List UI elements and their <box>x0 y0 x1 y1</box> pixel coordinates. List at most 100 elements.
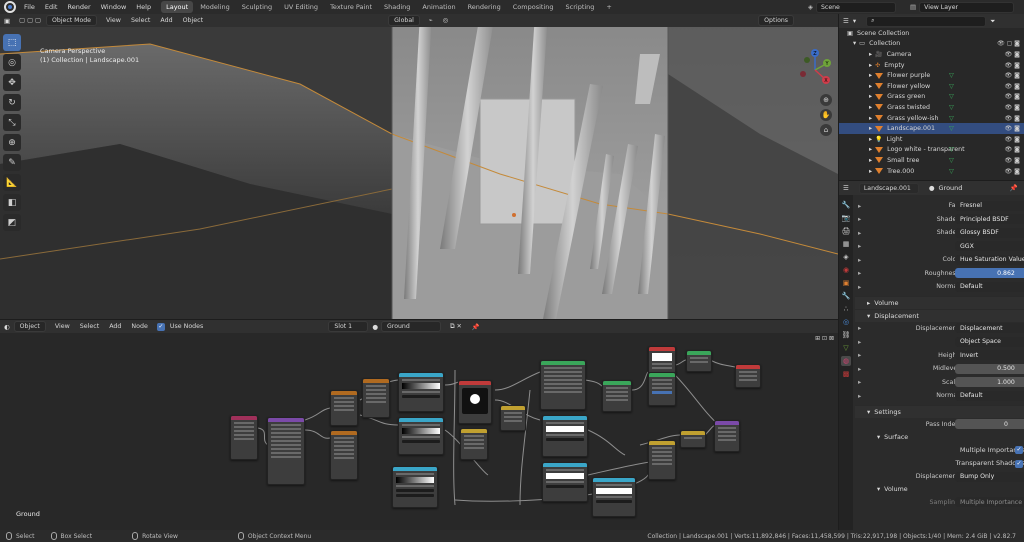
view-layer-field[interactable]: View Layer <box>919 1 1015 13</box>
mesh-data-icon[interactable]: ▽ <box>949 168 954 175</box>
expand-arrow-icon[interactable]: ▸ <box>869 157 872 164</box>
node-glossy-bsdf[interactable] <box>648 372 676 406</box>
orientation-dropdown[interactable]: Global <box>388 15 420 26</box>
camera-view-icon[interactable]: ⌂ <box>820 124 832 136</box>
socket-arrow-icon[interactable]: ▸ <box>858 256 861 264</box>
properties-editor[interactable]: ☰ Landscape.001 ● Ground 📌 🔧 📷 🖨 ▦ ◈ ◉ ▣… <box>839 181 1024 530</box>
socket-arrow-icon[interactable]: ▸ <box>858 338 861 346</box>
collection-row[interactable]: ▾ ▭ Collection 👁 ▢ ◙ <box>839 39 1024 50</box>
shader-editor[interactable]: ◐ Object View Select Add Node ✓ Use Node… <box>0 320 838 530</box>
outliner-display-icon[interactable]: ▾ <box>853 17 856 25</box>
socket-arrow-icon[interactable]: ▸ <box>858 365 861 373</box>
expand-arrow-icon[interactable]: ▾ <box>853 40 856 47</box>
mesh-data-icon[interactable]: ▽ <box>949 157 954 164</box>
pin-icon[interactable]: 📌 <box>467 322 485 332</box>
node-color-ramp-d[interactable] <box>542 415 588 457</box>
pan-hand-icon[interactable]: ✋ <box>820 109 832 121</box>
node-mix-b[interactable] <box>500 405 526 431</box>
property-value-field[interactable]: Fresnel <box>955 200 1024 211</box>
tab-modeling[interactable]: Modeling <box>195 1 235 13</box>
socket-arrow-icon[interactable]: ▸ <box>858 215 861 223</box>
scene-tab-icon[interactable]: ◈ <box>841 252 851 262</box>
expand-arrow-icon[interactable]: ▸ <box>869 168 872 175</box>
node-displacement[interactable] <box>714 420 740 452</box>
mesh-data-icon[interactable]: ▽ <box>949 93 954 100</box>
sampling-dropdown[interactable]: Multiple Importance <box>955 497 1024 508</box>
pass-index-field[interactable]: 0 <box>955 419 1024 430</box>
node-texture-coordinate[interactable] <box>267 417 305 485</box>
viewport-menu-add[interactable]: Add <box>155 16 177 25</box>
mesh-data-icon[interactable]: ▽ <box>949 104 954 111</box>
node-material-output[interactable] <box>735 364 761 388</box>
viewport-menu-object[interactable]: Object <box>178 16 209 25</box>
properties-editor-icon[interactable]: ☰ <box>843 184 849 192</box>
outliner-item[interactable]: ▸ Small tree ▽ 👁 ◙ <box>839 155 1024 166</box>
expand-arrow-icon[interactable]: ▸ <box>869 83 872 90</box>
collection-visibility-icons[interactable]: 👁 ▢ ◙ <box>997 40 1020 47</box>
section-displacement[interactable]: ▾ Displacement <box>855 308 1024 322</box>
menu-render[interactable]: Render <box>62 3 95 11</box>
tab-uv-editing[interactable]: UV Editing <box>279 1 323 13</box>
visibility-icons[interactable]: 👁 ◙ <box>1005 168 1020 175</box>
socket-arrow-icon[interactable]: ▸ <box>858 283 861 291</box>
property-value-field[interactable]: GGX <box>955 241 1024 252</box>
extra-tool-icon[interactable]: ◩ <box>3 214 21 231</box>
tool-tab-icon[interactable]: 🔧 <box>841 200 851 210</box>
property-value-field[interactable]: Default <box>955 281 1024 292</box>
menu-edit[interactable]: Edit <box>40 3 63 11</box>
measure-tool-icon[interactable]: 📐 <box>3 174 21 191</box>
multiple-importance-checkbox[interactable]: ✓ <box>1015 446 1023 454</box>
viewport-menu-select[interactable]: Select <box>126 16 155 25</box>
node-color-ramp-f[interactable] <box>592 477 636 517</box>
expand-arrow-icon[interactable]: ▸ <box>869 72 872 79</box>
expand-arrow-icon[interactable]: ▸ <box>869 136 872 143</box>
material-browse-icon[interactable]: ⧉ ✕ <box>445 322 467 332</box>
node-hue-saturation[interactable] <box>648 440 676 480</box>
object-type-dropdown[interactable]: Object <box>13 321 46 332</box>
add-cube-tool-icon[interactable]: ◧ <box>3 194 21 211</box>
mode-dropdown[interactable]: Object Mode <box>46 15 97 26</box>
node-editor-nav-icons[interactable]: ⊞ ⊡ ⊠ <box>815 335 834 342</box>
outliner-item[interactable]: ▸ ✣ Empty 👁 ◙ <box>839 60 1024 71</box>
texture-tab-icon[interactable]: ▩ <box>841 369 851 379</box>
outliner-item[interactable]: ▸ Flower purple ▽ 👁 ◙ <box>839 70 1024 81</box>
outliner-search-input[interactable]: ⌕ <box>866 15 987 27</box>
expand-arrow-icon[interactable]: ▸ <box>869 146 872 153</box>
node-color-ramp-b[interactable] <box>398 417 444 455</box>
transparent-shadows-checkbox[interactable]: ✓ <box>1015 459 1023 468</box>
visibility-icons[interactable]: 👁 ◙ <box>1005 93 1020 100</box>
node-color-ramp-a[interactable] <box>398 372 444 412</box>
world-tab-icon[interactable]: ◉ <box>841 265 851 275</box>
tab-animation[interactable]: Animation <box>417 1 460 13</box>
scale-tool-icon[interactable]: ⤡ <box>3 114 21 131</box>
rotate-tool-icon[interactable]: ↻ <box>3 94 21 111</box>
expand-arrow-icon[interactable]: ▸ <box>869 93 872 100</box>
node-color-ramp-e[interactable] <box>542 462 588 502</box>
node-mapping-b[interactable] <box>330 430 358 480</box>
mesh-data-icon[interactable]: ▽ <box>949 125 954 132</box>
mesh-data-icon[interactable]: ▽ <box>949 72 954 79</box>
property-value-field[interactable]: Invert <box>955 350 1024 361</box>
outliner-editor-icon[interactable]: ☰ <box>843 17 849 25</box>
subsection-surface[interactable]: ▾ Surface <box>855 431 1024 443</box>
render-tab-icon[interactable]: 📷 <box>841 213 851 223</box>
3d-viewport[interactable]: ▣ ▢ ▢ ▢ Object Mode View Select Add Obje… <box>0 14 838 319</box>
scene-field[interactable]: Scene <box>816 1 896 13</box>
property-value-field[interactable]: Principled BSDF <box>955 214 1024 225</box>
node-mapping-a[interactable] <box>330 390 358 426</box>
add-workspace-button[interactable]: + <box>601 1 616 13</box>
expand-arrow-icon[interactable]: ▸ <box>869 104 872 111</box>
material-name-field[interactable]: Ground <box>381 321 442 332</box>
socket-arrow-icon[interactable]: ▸ <box>858 324 861 332</box>
displacement-method-dropdown[interactable]: Bump Only <box>955 471 1024 482</box>
property-value-field[interactable]: Displacement <box>955 323 1024 334</box>
blender-logo-icon[interactable] <box>4 1 16 13</box>
visibility-icons[interactable]: 👁 ◙ <box>1005 51 1020 58</box>
outliner-item[interactable]: ▸ Flower yellow ▽ 👁 ◙ <box>839 81 1024 92</box>
particles-tab-icon[interactable]: ∴ <box>841 304 851 314</box>
outliner-item[interactable]: ▸ Grass yellow-ish ▽ 👁 ◙ <box>839 113 1024 124</box>
outliner-item[interactable]: ▸ Grass twisted ▽ 👁 ◙ <box>839 102 1024 113</box>
use-nodes-checkbox[interactable]: ✓ <box>156 322 165 331</box>
tab-sculpting[interactable]: Sculpting <box>237 1 277 13</box>
visibility-icons[interactable]: 👁 ◙ <box>1005 115 1020 122</box>
